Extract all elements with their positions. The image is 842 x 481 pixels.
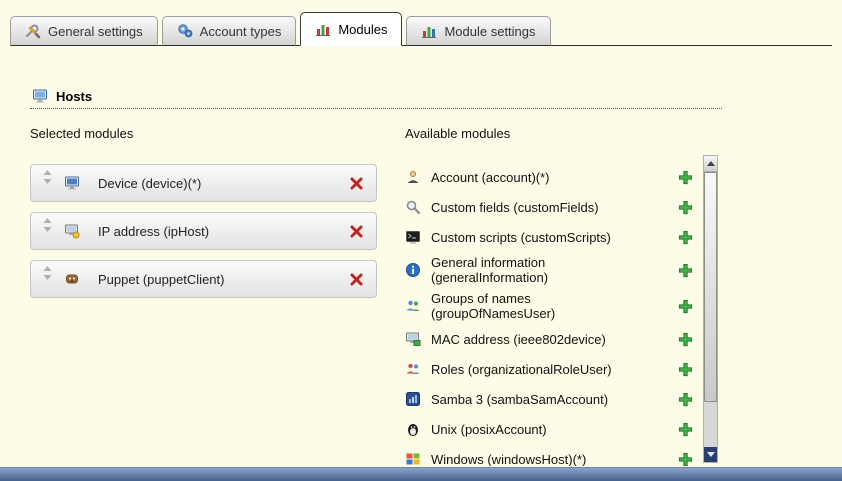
- arrow-down-icon: [707, 452, 715, 457]
- green-plus-icon: [678, 332, 693, 347]
- ip-address-icon: [64, 223, 80, 239]
- tab-module-settings[interactable]: Module settings: [406, 16, 550, 46]
- add-module-button[interactable]: [678, 263, 693, 278]
- groups-icon: [405, 298, 421, 314]
- available-module-row: General information (generalInformation): [405, 252, 699, 288]
- red-x-icon: [349, 224, 364, 239]
- green-plus-icon: [678, 392, 693, 407]
- available-module-label: Roles (organizationalRoleUser): [431, 362, 653, 377]
- green-plus-icon: [678, 452, 693, 467]
- scrollbar-thumb[interactable]: [704, 172, 717, 402]
- available-module-label: Groups of names (groupOfNamesUser): [431, 291, 653, 321]
- info-icon: [405, 262, 421, 278]
- arrow-up-icon: [707, 161, 715, 166]
- red-x-icon: [349, 176, 364, 191]
- red-x-icon: [349, 272, 364, 287]
- available-modules-heading: Available modules: [405, 126, 510, 141]
- selected-module-label: IP address (ipHost): [98, 224, 209, 239]
- remove-module-button[interactable]: [349, 224, 364, 239]
- green-plus-icon: [678, 299, 693, 314]
- available-modules-list: Account (account)(*) Custom fields (cust…: [405, 162, 699, 466]
- green-plus-icon: [678, 200, 693, 215]
- footer-bar: [0, 467, 842, 481]
- available-module-row: Unix (posixAccount): [405, 414, 699, 444]
- available-module-row: MAC address (ieee802device): [405, 324, 699, 354]
- unix-icon: [405, 421, 421, 437]
- available-module-row: Account (account)(*): [405, 162, 699, 192]
- section-divider: [30, 108, 722, 109]
- tab-modules[interactable]: Modules: [300, 12, 402, 46]
- available-module-label: Windows (windowsHost)(*): [431, 452, 653, 467]
- available-module-row: Roles (organizationalRoleUser): [405, 354, 699, 384]
- device-icon: [64, 175, 80, 191]
- scroll-up-button[interactable]: [704, 156, 717, 172]
- selected-module-row: IP address (ipHost): [30, 212, 377, 250]
- available-module-label: Unix (posixAccount): [431, 422, 653, 437]
- puppet-icon: [64, 271, 80, 287]
- available-module-label: Custom scripts (customScripts): [431, 230, 653, 245]
- drag-handle-icon[interactable]: [43, 218, 52, 232]
- tab-label: Module settings: [444, 24, 535, 39]
- available-module-row: Samba 3 (sambaSamAccount): [405, 384, 699, 414]
- selected-module-row: Device (device)(*): [30, 164, 377, 202]
- drag-handle-icon[interactable]: [43, 170, 52, 184]
- add-module-button[interactable]: [678, 332, 693, 347]
- available-module-row: Custom fields (customFields): [405, 192, 699, 222]
- modules-icon: [315, 21, 331, 37]
- add-module-button[interactable]: [678, 299, 693, 314]
- remove-module-button[interactable]: [349, 176, 364, 191]
- tab-label: Account types: [200, 24, 282, 39]
- green-plus-icon: [678, 263, 693, 278]
- samba-icon: [405, 391, 421, 407]
- available-module-label: Account (account)(*): [431, 170, 653, 185]
- tab-label: Modules: [338, 22, 387, 37]
- available-module-row: Groups of names (groupOfNamesUser): [405, 288, 699, 324]
- selected-modules-list: Device (device)(*) IP address (ipHost) P…: [30, 164, 377, 308]
- selected-module-label: Puppet (puppetClient): [98, 272, 224, 287]
- remove-module-button[interactable]: [349, 272, 364, 287]
- gears-icon: [177, 23, 193, 39]
- mac-address-icon: [405, 331, 421, 347]
- module-settings-icon: [421, 23, 437, 39]
- custom-scripts-icon: [405, 229, 421, 245]
- tab-bar: General settings Account types Modules M…: [10, 12, 832, 46]
- available-module-row: Custom scripts (customScripts): [405, 222, 699, 252]
- green-plus-icon: [678, 422, 693, 437]
- add-module-button[interactable]: [678, 392, 693, 407]
- tab-label: General settings: [48, 24, 143, 39]
- available-module-label: Samba 3 (sambaSamAccount): [431, 392, 653, 407]
- add-module-button[interactable]: [678, 452, 693, 467]
- add-module-button[interactable]: [678, 362, 693, 377]
- green-plus-icon: [678, 362, 693, 377]
- section-heading: Hosts: [32, 88, 92, 104]
- available-modules-scrollbar[interactable]: [703, 155, 718, 463]
- green-plus-icon: [678, 230, 693, 245]
- tools-icon: [25, 23, 41, 39]
- tab-account-types[interactable]: Account types: [162, 16, 297, 46]
- selected-module-row: Puppet (puppetClient): [30, 260, 377, 298]
- add-module-button[interactable]: [678, 230, 693, 245]
- available-module-label: MAC address (ieee802device): [431, 332, 653, 347]
- selected-module-label: Device (device)(*): [98, 176, 201, 191]
- available-module-label: Custom fields (customFields): [431, 200, 653, 215]
- available-module-label: General information (generalInformation): [431, 255, 653, 285]
- scroll-down-button[interactable]: [704, 447, 717, 462]
- tab-general-settings[interactable]: General settings: [10, 16, 158, 46]
- green-plus-icon: [678, 170, 693, 185]
- roles-icon: [405, 361, 421, 377]
- add-module-button[interactable]: [678, 200, 693, 215]
- monitor-icon: [32, 88, 48, 104]
- add-module-button[interactable]: [678, 170, 693, 185]
- add-module-button[interactable]: [678, 422, 693, 437]
- available-module-row: Windows (windowsHost)(*): [405, 444, 699, 466]
- section-title: Hosts: [56, 89, 92, 104]
- drag-handle-icon[interactable]: [43, 266, 52, 280]
- windows-icon: [405, 451, 421, 466]
- custom-fields-icon: [405, 199, 421, 215]
- selected-modules-heading: Selected modules: [30, 126, 133, 141]
- account-icon: [405, 169, 421, 185]
